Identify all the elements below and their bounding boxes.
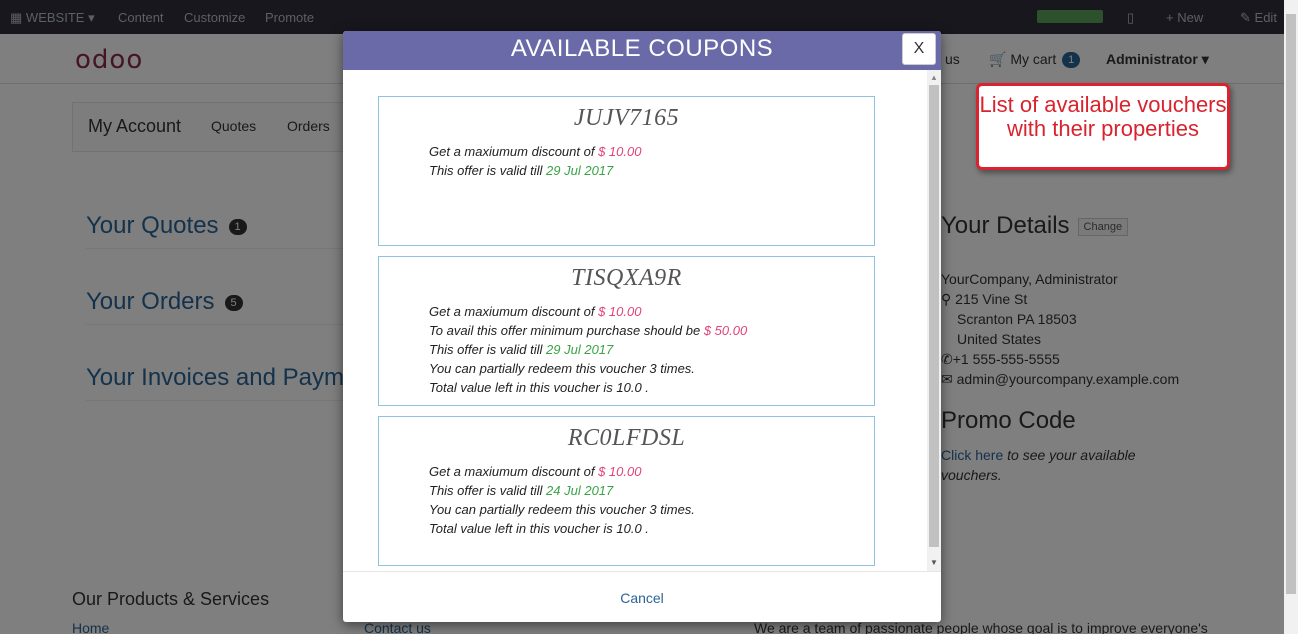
coupon-code: RC0LFDSL xyxy=(567,425,686,451)
discount-prefix: Get a maxiumum discount of xyxy=(429,464,599,479)
discount-amount: $ 10.00 xyxy=(598,304,642,319)
discount-amount: $ 10.00 xyxy=(598,144,642,159)
coupon-card: RC0LFDSL Get a maxiumum discount of $ 10… xyxy=(378,416,875,566)
callout-text: List of available vouchers with their pr… xyxy=(979,92,1227,141)
coupon-code: JUJV7165 xyxy=(573,105,680,131)
valid-prefix: This offer is valid till xyxy=(429,342,547,357)
coupon-code: TISQXA9R xyxy=(571,265,682,291)
coupon-partial-line: You can partially redeem this voucher 3 … xyxy=(429,361,695,376)
discount-prefix: Get a maxiumum discount of xyxy=(429,144,599,159)
page-scrollbar[interactable] xyxy=(1284,0,1298,634)
modal-scrollbar[interactable]: ▲ ▼ xyxy=(927,70,941,571)
annotation-callout: List of available vouchers with their pr… xyxy=(976,83,1230,170)
coupon-total-line: Total value left in this voucher is 10.0… xyxy=(429,521,649,536)
valid-prefix: This offer is valid till xyxy=(429,483,547,498)
modal-title: AVAILABLE COUPONS xyxy=(510,35,774,62)
coupon-valid-line: This offer is valid till 29 Jul 2017 xyxy=(429,342,613,357)
cancel-button[interactable]: Cancel xyxy=(343,590,941,606)
valid-date: 24 Jul 2017 xyxy=(546,483,614,498)
coupon-card: TISQXA9R Get a maxiumum discount of $ 10… xyxy=(378,256,875,406)
scroll-down-arrow-icon[interactable]: ▼ xyxy=(930,558,938,567)
discount-prefix: Get a maxiumum discount of xyxy=(429,304,599,319)
coupon-valid-line: This offer is valid till 29 Jul 2017 xyxy=(429,163,613,178)
page-scrollbar-thumb[interactable] xyxy=(1286,14,1296,594)
min-amount: $ 50.00 xyxy=(703,323,748,338)
coupon-discount-line: Get a maxiumum discount of $ 10.00 xyxy=(429,304,641,319)
coupon-discount-line: Get a maxiumum discount of $ 10.00 xyxy=(429,144,641,159)
coupons-modal: AVAILABLE COUPONS X JUJV7165 Get a maxiu… xyxy=(343,31,941,622)
valid-date: 29 Jul 2017 xyxy=(546,342,614,357)
modal-scrollbar-thumb[interactable] xyxy=(929,85,939,547)
coupon-min-purchase-line: To avail this offer minimum purchase sho… xyxy=(429,323,747,338)
coupon-total-line: Total value left in this voucher is 10.0… xyxy=(429,380,649,395)
valid-date: 29 Jul 2017 xyxy=(546,163,614,178)
coupon-partial-line: You can partially redeem this voucher 3 … xyxy=(429,502,695,517)
close-button[interactable]: X xyxy=(902,33,936,65)
min-prefix: To avail this offer minimum purchase sho… xyxy=(429,323,704,338)
modal-footer: Cancel xyxy=(343,571,941,622)
scroll-up-arrow-icon[interactable]: ▲ xyxy=(930,73,938,82)
coupon-discount-line: Get a maxiumum discount of $ 10.00 xyxy=(429,464,641,479)
valid-prefix: This offer is valid till xyxy=(429,163,547,178)
coupon-valid-line: This offer is valid till 24 Jul 2017 xyxy=(429,483,613,498)
modal-header: AVAILABLE COUPONS X xyxy=(343,31,941,70)
coupon-card: JUJV7165 Get a maxiumum discount of $ 10… xyxy=(378,96,875,246)
discount-amount: $ 10.00 xyxy=(598,464,642,479)
modal-body: JUJV7165 Get a maxiumum discount of $ 10… xyxy=(343,70,941,571)
